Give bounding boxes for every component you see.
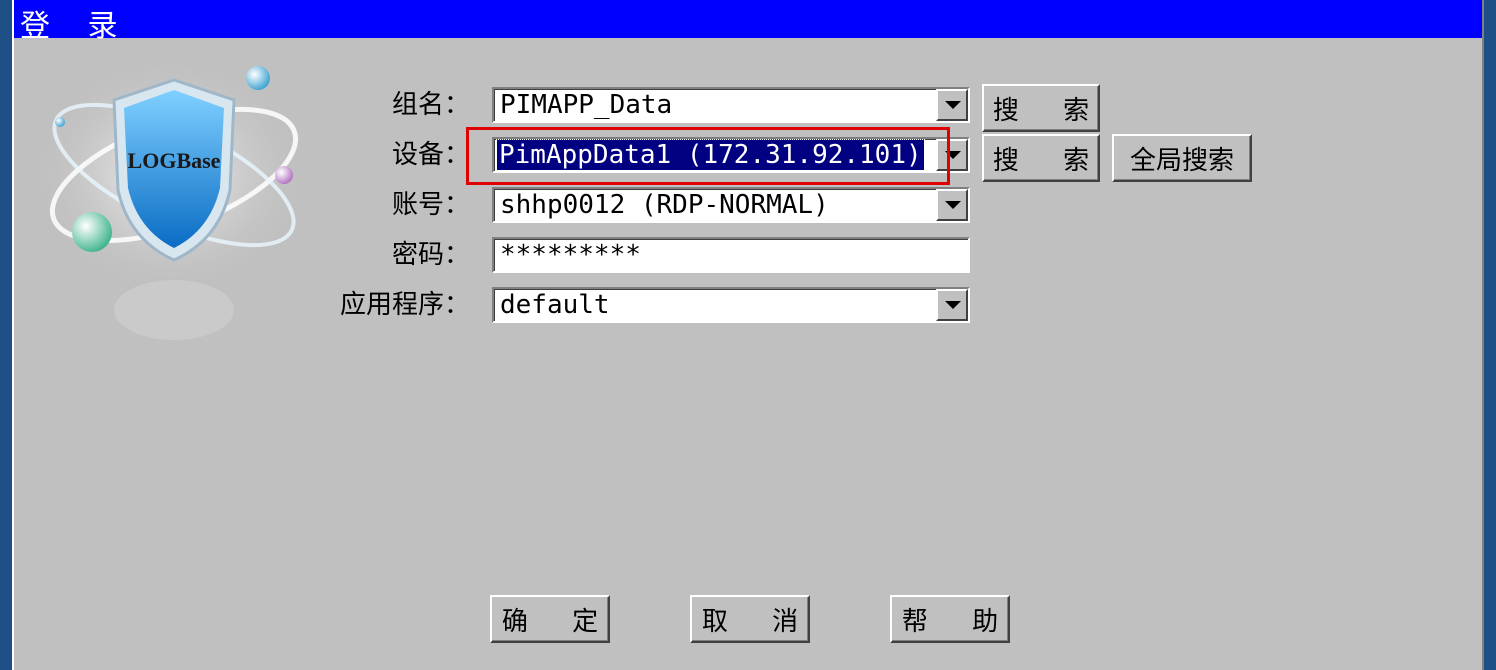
- login-dialog: 登 录 LOGBase 组名： PIMAPP_Data 搜 索 设备： PimA…: [12, 0, 1484, 670]
- group-search-button[interactable]: 搜 索: [982, 84, 1100, 132]
- group-select[interactable]: PIMAPP_Data: [492, 87, 970, 123]
- application-value: default: [500, 290, 610, 320]
- logo-text: LOGBase: [128, 148, 221, 173]
- application-dropdown-button[interactable]: [936, 289, 968, 321]
- title-bar[interactable]: 登 录: [14, 0, 1482, 44]
- device-select[interactable]: PimAppData1 (172.31.92.101): [492, 137, 970, 173]
- group-value: PIMAPP_Data: [500, 90, 673, 120]
- password-value: *********: [500, 240, 641, 270]
- application-label: 应用程序：: [339, 290, 470, 320]
- cancel-button[interactable]: 取 消: [690, 595, 810, 643]
- ok-button[interactable]: 确 定: [490, 595, 610, 643]
- password-label: 密码：: [391, 240, 470, 270]
- password-input[interactable]: *********: [492, 237, 970, 273]
- window-title: 登 录: [20, 9, 132, 44]
- application-select[interactable]: default: [492, 287, 970, 323]
- account-value: shhp0012 (RDP-NORMAL): [500, 190, 829, 220]
- device-label: 设备：: [391, 140, 470, 170]
- account-label: 账号：: [391, 190, 470, 220]
- global-search-button[interactable]: 全局搜索: [1112, 134, 1252, 182]
- account-select[interactable]: shhp0012 (RDP-NORMAL): [492, 187, 970, 223]
- group-label: 组名：: [391, 90, 470, 120]
- device-value: PimAppData1 (172.31.92.101): [496, 139, 925, 171]
- help-button[interactable]: 帮 助: [890, 595, 1010, 643]
- device-dropdown-button[interactable]: [936, 139, 968, 171]
- group-dropdown-button[interactable]: [936, 89, 968, 121]
- account-dropdown-button[interactable]: [936, 189, 968, 221]
- device-search-button[interactable]: 搜 索: [982, 134, 1100, 182]
- logbase-logo: LOGBase: [34, 60, 309, 340]
